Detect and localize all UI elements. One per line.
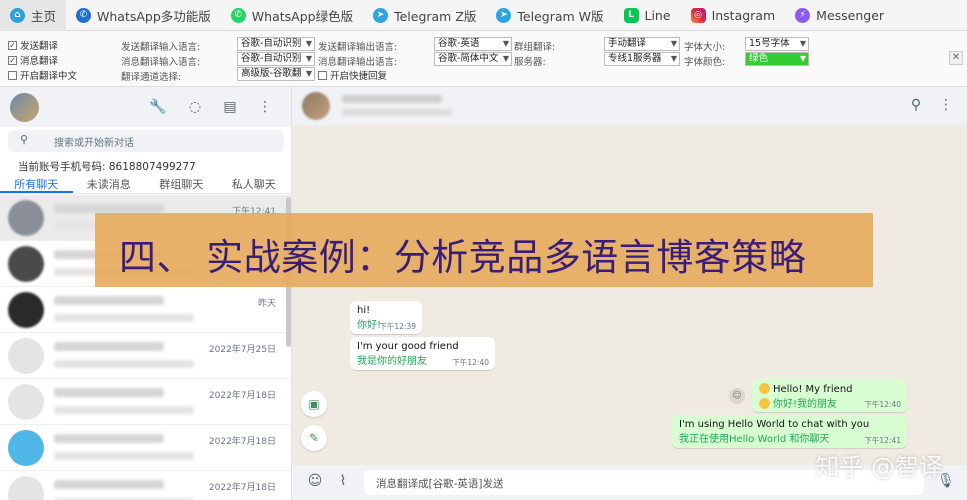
translation-settings-bar: ✓ 发送翻译 ✓ 消息翻译 开启翻译中文 发送翻译输入语言: 谷歌-自动识别 ▼ 消息… [0, 31, 967, 87]
avatar [8, 430, 44, 466]
instagram-icon: ◎ [690, 7, 706, 23]
avatar [8, 476, 44, 500]
attach-icon[interactable]: ⌇ [334, 473, 352, 489]
list-item[interactable]: 2022年7月25日 [0, 333, 290, 379]
chevron-down-icon: ▼ [670, 54, 677, 63]
channel-select[interactable]: 高级版-谷歌翻 ▼ [237, 67, 315, 81]
message-bubble-outgoing[interactable]: I'm using Hello World to chat with you 我… [672, 415, 907, 448]
status-icon[interactable]: ◌ [186, 98, 204, 116]
tab-whatsapp-green[interactable]: ✆ WhatsApp绿色版 [221, 0, 363, 31]
emoji-icon[interactable]: ☺ [306, 473, 324, 489]
smile-emoji-icon [759, 383, 770, 394]
avatar [8, 200, 44, 236]
tab-whatsapp-multi[interactable]: ✆ WhatsApp多功能版 [66, 0, 221, 31]
avatar [8, 292, 44, 328]
account-phone: 当前账号手机号码: 8618807499277 [18, 161, 196, 173]
search-icon: ⚲ [20, 133, 29, 146]
chat-filter-tabs: 所有聊天 未读消息 群组聊天 私人聊天 [0, 176, 290, 194]
tab-groups[interactable]: 群组聊天 [145, 176, 218, 193]
watermark: 知乎 @智译 [815, 453, 943, 481]
sidebar-header: 🔧 ◌ ▤ ⋮ [0, 87, 291, 127]
messenger-icon: ⚡ [795, 7, 811, 23]
tab-telegram-w[interactable]: ➤ Telegram W版 [486, 0, 613, 31]
contact-status [342, 109, 452, 116]
list-item[interactable]: 2022年7月18日 [0, 379, 290, 425]
group-translate-select[interactable]: 手动翻译 ▼ [604, 37, 680, 51]
avatar [8, 246, 44, 282]
wrench-icon[interactable]: 🔧 [149, 98, 167, 116]
chevron-down-icon: ▼ [799, 39, 806, 48]
menu-icon[interactable]: ⋮ [256, 98, 274, 116]
chat-list-panel: 🔧 ◌ ▤ ⋮ ⚲ 搜索或开始新对话 当前账号手机号码: 86188074992… [0, 87, 292, 500]
tab-all-chats[interactable]: 所有聊天 [0, 176, 73, 193]
contact-name [342, 95, 442, 103]
chevron-down-icon: ▼ [502, 39, 509, 48]
telegram-icon: ➤ [373, 7, 389, 23]
group-translate-label: 群组翻译: [514, 42, 556, 53]
whatsapp-icon: ✆ [76, 7, 92, 23]
whatsapp-icon: ✆ [230, 7, 246, 23]
list-item[interactable]: 2022年7月18日 [0, 471, 290, 500]
list-item[interactable]: 2022年7月18日 [0, 425, 290, 471]
msg-input-lang-label: 消息翻译输入语言: [121, 57, 201, 68]
chevron-down-icon: ▼ [502, 54, 509, 63]
list-item[interactable]: 昨天 [0, 287, 290, 333]
channel-label: 翻译通道选择: [121, 72, 182, 83]
search-input[interactable]: ⚲ 搜索或开始新对话 [8, 130, 284, 152]
new-chat-icon[interactable]: ▤ [221, 98, 239, 116]
font-size-label: 字体大小: [684, 42, 726, 53]
server-label: 服务器: [514, 57, 546, 68]
tab-unread[interactable]: 未读消息 [73, 176, 146, 193]
tab-line[interactable]: L Line [614, 0, 681, 31]
font-size-select[interactable]: 15号字体 ▼ [745, 37, 809, 51]
quick-reply-checkbox[interactable]: 开启快捷回复 [318, 68, 387, 82]
message-bubble-incoming[interactable]: hi! 你好! 下午12:39 [350, 301, 422, 334]
avatar[interactable] [302, 92, 330, 120]
chevron-down-icon: ▼ [305, 39, 312, 48]
message-bubble-incoming[interactable]: I'm your good friend 我是你的好朋友 下午12:40 [350, 337, 495, 370]
msg-input-lang-select[interactable]: 谷歌-自动识别 ▼ [237, 52, 315, 66]
app-tab-bar: ⌂ 主页 ✆ WhatsApp多功能版 ✆ WhatsApp绿色版 ➤ Telegram… [0, 0, 967, 31]
message-bubble-outgoing[interactable]: Hello! My friend 你好!我的朋友 下午12:40 [752, 379, 907, 412]
tab-home[interactable]: ⌂ 主页 [0, 0, 67, 31]
avatar [8, 384, 44, 420]
server-select[interactable]: 专线1服务器 ▼ [604, 52, 680, 66]
send-output-lang-select[interactable]: 谷歌-英语 ▼ [434, 37, 512, 51]
tab-messenger[interactable]: ⚡ Messenger [785, 0, 894, 31]
enable-cn-translate-checkbox[interactable]: 开启翻译中文 [8, 68, 77, 82]
send-output-lang-label: 发送翻译输出语言: [318, 42, 398, 53]
tab-telegram-z[interactable]: ➤ Telegram Z版 [363, 0, 486, 31]
tab-private[interactable]: 私人聊天 [218, 176, 291, 193]
chevron-down-icon: ▼ [670, 39, 677, 48]
chevron-down-icon: ▼ [305, 54, 312, 63]
line-icon: L [623, 7, 639, 23]
avatar[interactable] [10, 93, 39, 122]
conversation-header: ⚲ ⋮ [292, 87, 967, 125]
font-color-label: 字体颜色: [684, 57, 726, 68]
avatar [8, 338, 44, 374]
close-settings-button[interactable]: ✕ [949, 51, 963, 65]
chevron-down-icon: ▼ [305, 69, 312, 78]
tab-instagram[interactable]: ◎ Instagram [681, 0, 786, 31]
banner-title: 四、 实战案例：分析竞品多语言博客策略 [119, 236, 807, 279]
reaction-icon[interactable]: ☺ [729, 388, 745, 404]
msg-output-lang-label: 消息翻译输出语言: [318, 57, 398, 68]
chevron-down-icon: ▼ [799, 54, 806, 63]
image-translate-icon[interactable]: ▣ [301, 391, 327, 417]
title-banner: 四、 实战案例：分析竞品多语言博客策略 [95, 213, 873, 287]
send-input-lang-label: 发送翻译输入语言: [121, 42, 201, 53]
msg-output-lang-select[interactable]: 谷歌-简体中文 ▼ [434, 52, 512, 66]
menu-icon[interactable]: ⋮ [937, 97, 955, 113]
conversation-panel: ⚲ ⋮ hi! 你好! 下午12:39 I'm your good friend… [292, 87, 967, 500]
home-icon: ⌂ [10, 7, 25, 23]
send-translate-checkbox[interactable]: ✓ 发送翻译 [8, 38, 58, 52]
font-color-select[interactable]: 绿色 ▼ [745, 52, 809, 66]
telegram-icon: ➤ [496, 7, 512, 23]
edit-translate-icon[interactable]: ✎ [301, 425, 327, 451]
send-input-lang-select[interactable]: 谷歌-自动识别 ▼ [237, 37, 315, 51]
msg-translate-checkbox[interactable]: ✓ 消息翻译 [8, 53, 58, 67]
smile-emoji-icon [759, 398, 770, 409]
search-icon[interactable]: ⚲ [907, 97, 925, 113]
